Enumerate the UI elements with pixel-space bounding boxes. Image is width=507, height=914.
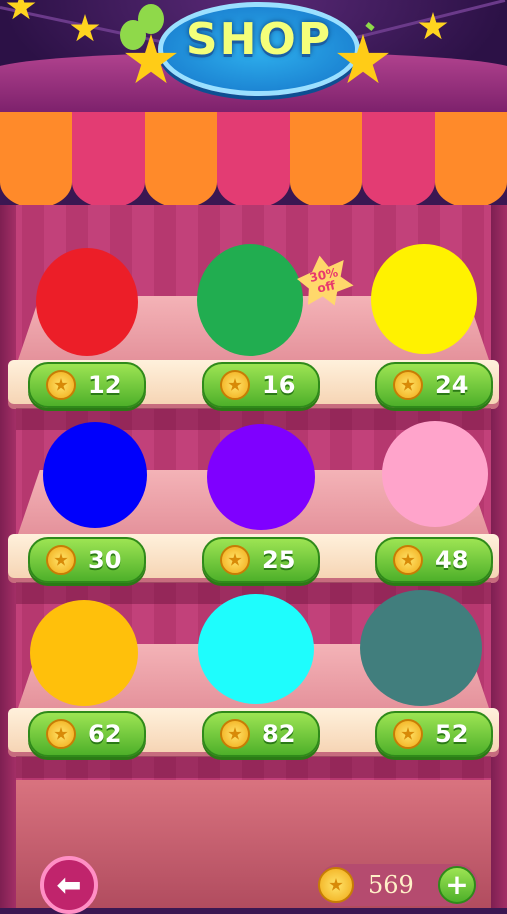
shop-title: SHOP: [185, 14, 333, 65]
price-label: 24: [435, 371, 469, 399]
coin-icon: [220, 370, 250, 400]
price-label: 48: [435, 546, 469, 574]
price-label: 16: [262, 371, 296, 399]
buy-button[interactable]: 62: [28, 711, 146, 757]
coin-balance-value: 569: [368, 871, 414, 899]
buy-button[interactable]: 82: [202, 711, 320, 757]
color-swatch-blue[interactable]: [43, 422, 147, 528]
coin-icon: [393, 545, 423, 575]
coin-icon: [46, 370, 76, 400]
buy-button[interactable]: 12: [28, 362, 146, 408]
color-swatch-pink[interactable]: [382, 421, 488, 527]
price-label: 30: [88, 546, 122, 574]
color-swatch-cyan[interactable]: [198, 594, 314, 704]
price-label: 12: [88, 371, 122, 399]
color-swatch-red[interactable]: [36, 248, 138, 356]
buy-button[interactable]: 48: [375, 537, 493, 583]
buy-button[interactable]: 24: [375, 362, 493, 408]
price-label: 25: [262, 546, 296, 574]
coin-icon: [46, 545, 76, 575]
coin-icon: [393, 370, 423, 400]
buy-button[interactable]: 52: [375, 711, 493, 757]
plus-icon: +: [445, 868, 469, 901]
color-swatch-yellow[interactable]: [371, 244, 477, 354]
coin-icon: [46, 719, 76, 749]
color-swatch-purple[interactable]: [207, 424, 315, 530]
shelf-shadow: [16, 756, 491, 778]
coin-icon: [220, 719, 250, 749]
buy-button[interactable]: 30: [28, 537, 146, 583]
add-coins-button[interactable]: +: [438, 866, 476, 904]
price-label: 52: [435, 720, 469, 748]
coin-icon: [220, 545, 250, 575]
coin-icon: [318, 867, 354, 903]
color-swatch-teal[interactable]: [360, 590, 482, 706]
price-label: 62: [88, 720, 122, 748]
coin-icon: [393, 719, 423, 749]
striped-awning: [0, 112, 507, 212]
back-arrow-icon: ⬅: [56, 867, 82, 903]
buy-button[interactable]: 16: [202, 362, 320, 408]
back-button[interactable]: ⬅: [40, 856, 98, 914]
color-swatch-orange[interactable]: [30, 600, 138, 706]
buy-button[interactable]: 25: [202, 537, 320, 583]
price-label: 82: [262, 720, 296, 748]
discount-off: off: [315, 278, 337, 296]
color-swatch-green[interactable]: [197, 244, 303, 356]
coin-balance: 569 +: [318, 864, 478, 906]
